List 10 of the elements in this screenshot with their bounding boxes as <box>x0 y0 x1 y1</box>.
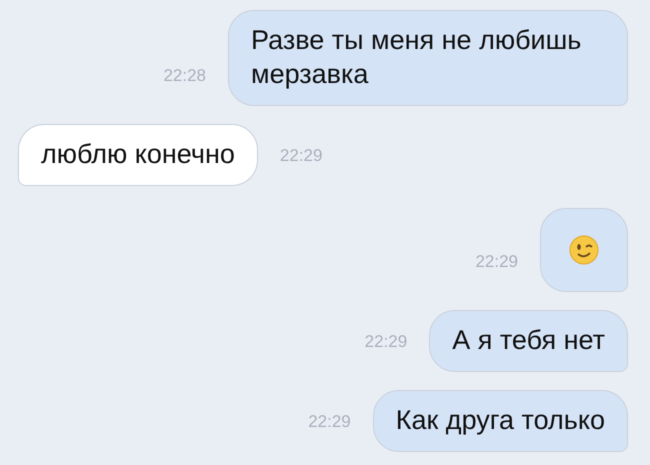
message-time: 22:29 <box>364 332 408 352</box>
wink-face-icon <box>569 235 599 265</box>
message-time: 22:28 <box>163 66 206 86</box>
message-time: 22:29 <box>475 252 518 272</box>
message-time: 22:29 <box>280 146 322 166</box>
message-bubble: Как друга только <box>372 390 628 452</box>
message-bubble: А я тебя нет <box>429 310 628 372</box>
message-bubble: люблю конечно <box>18 124 258 186</box>
message-bubble: Разве ты меня не любишь мерзавка <box>228 10 628 106</box>
message-time: 22:29 <box>308 412 351 432</box>
